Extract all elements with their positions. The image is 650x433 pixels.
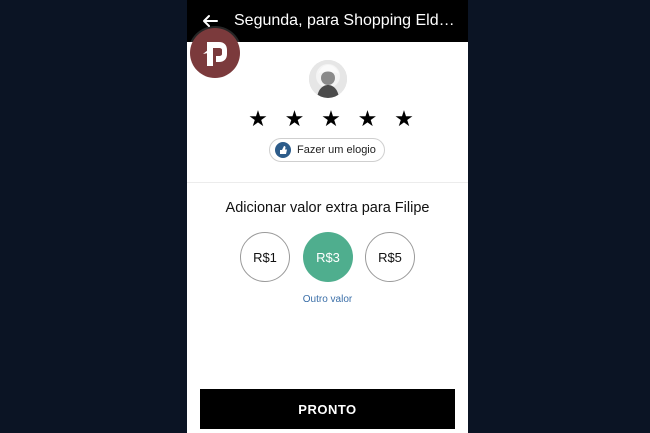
tip-option-5[interactable]: R$5	[365, 232, 415, 282]
compliment-label: Fazer um elogio	[297, 144, 376, 156]
compliment-button[interactable]: Fazer um elogio	[269, 138, 385, 162]
logo-icon	[190, 28, 240, 78]
trip-title: Segunda, para Shopping Eldor...	[234, 12, 460, 29]
compliment-icon	[275, 142, 291, 158]
tip-option-1[interactable]: R$1	[240, 232, 290, 282]
tip-title: Adicionar valor extra para Filipe	[225, 200, 430, 216]
tip-option-3[interactable]: R$3	[303, 232, 353, 282]
star-5[interactable]: ★	[391, 106, 417, 132]
star-3[interactable]: ★	[318, 106, 344, 132]
avatar-photo	[309, 60, 347, 98]
arrow-left-icon	[203, 15, 218, 27]
star-1[interactable]: ★	[245, 106, 271, 132]
star-2[interactable]: ★	[282, 106, 308, 132]
done-button[interactable]: PRONTO	[200, 389, 455, 429]
other-value-link[interactable]: Outro valor	[187, 294, 468, 308]
rating-stars: ★ ★ ★ ★ ★	[245, 106, 417, 132]
section-divider	[187, 182, 468, 183]
star-4[interactable]: ★	[355, 106, 381, 132]
driver-avatar	[309, 60, 347, 98]
